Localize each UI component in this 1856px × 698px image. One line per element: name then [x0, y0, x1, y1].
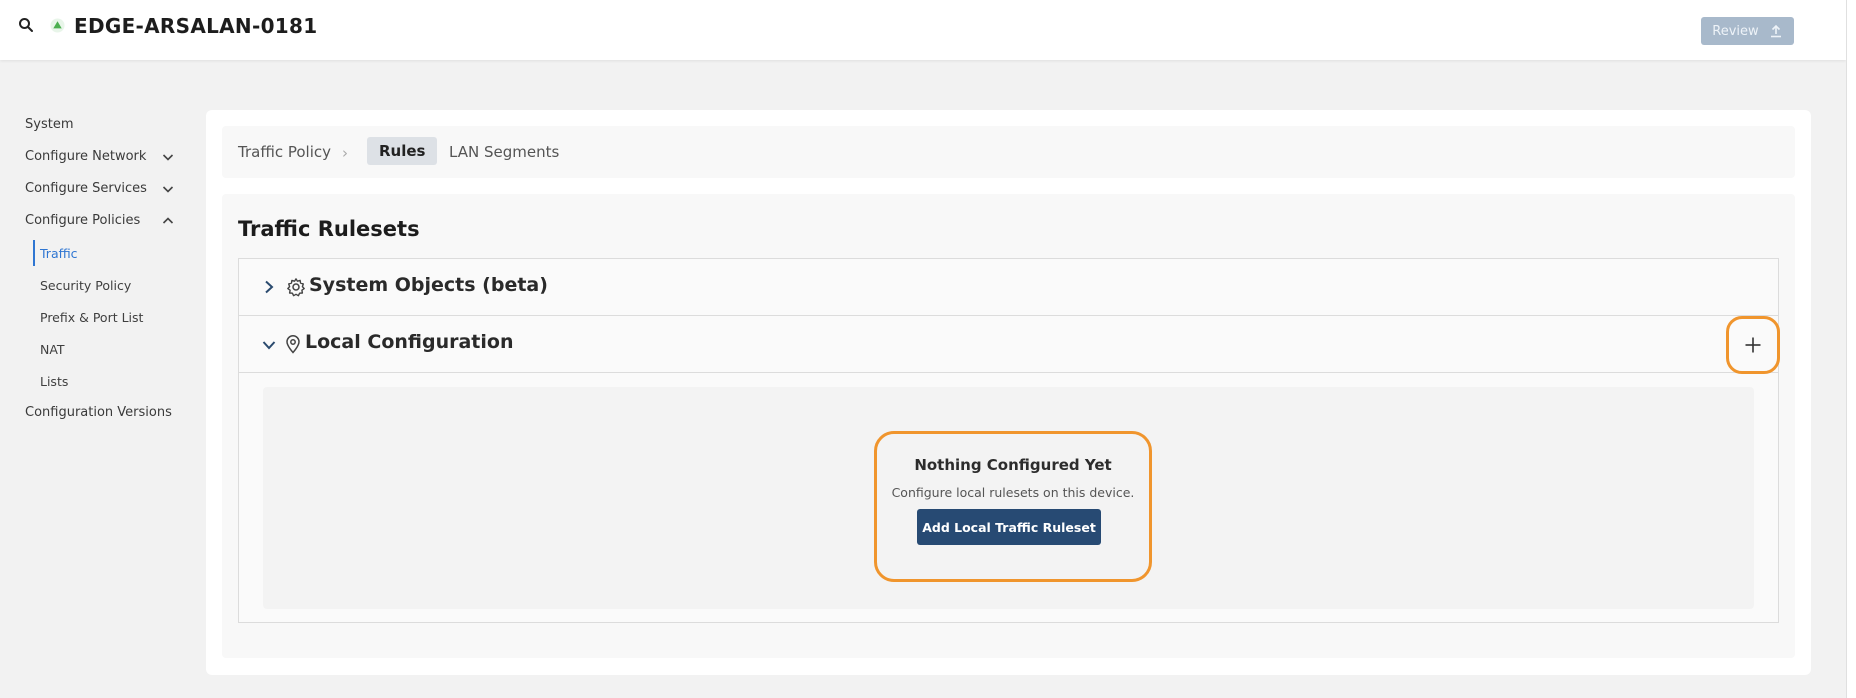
accordion-title: System Objects (beta) [309, 274, 548, 296]
tab-rules[interactable]: Rules [367, 137, 438, 165]
empty-state-title: Nothing Configured Yet [914, 456, 1112, 474]
chevron-down-icon[interactable] [161, 182, 175, 196]
sidebar-item-configure-policies[interactable]: Configure Policies [25, 213, 185, 228]
sidebar-item-label: Configuration Versions [25, 405, 172, 420]
add-local-traffic-ruleset-button[interactable]: Add Local Traffic Ruleset [917, 509, 1101, 545]
device-name: EDGE-ARSALAN-0181 [74, 14, 318, 38]
sidebar-item-configure-network[interactable]: Configure Network [25, 149, 185, 164]
page-title: Traffic Rulesets [238, 217, 420, 241]
review-label: Review [1712, 23, 1759, 39]
sidebar-item-system[interactable]: System [25, 117, 73, 132]
sidebar-item-nat[interactable]: NAT [40, 342, 65, 357]
plus-icon [1745, 337, 1761, 353]
sidebar-item-configure-services[interactable]: Configure Services [25, 181, 185, 196]
upload-icon [1770, 24, 1781, 38]
sidebar-item-configuration-versions[interactable]: Configuration Versions [25, 405, 172, 420]
sidebar-item-label: Configure Services [25, 181, 147, 196]
sidebar-item-prefix-port-list[interactable]: Prefix & Port List [40, 310, 143, 325]
empty-state: Nothing Configured Yet Configure local r… [874, 431, 1152, 582]
top-bar: EDGE-ARSALAN-0181 Review [0, 0, 1846, 60]
sidebar-item-label: Configure Policies [25, 213, 141, 228]
chevron-up-icon[interactable] [161, 214, 175, 228]
sidebar-item-lists[interactable]: Lists [40, 374, 68, 389]
accordion-header[interactable]: System Objects (beta) [239, 259, 1778, 316]
sidebar-item-security-policy[interactable]: Security Policy [40, 278, 131, 293]
chevron-right-icon[interactable] [261, 279, 277, 295]
sidebar-item-label: System [25, 117, 74, 132]
sidebar-item-traffic[interactable]: Traffic [40, 246, 78, 261]
chevron-down-icon[interactable] [261, 337, 277, 353]
location-pin-icon [286, 335, 300, 354]
tab-lan-segments[interactable]: LAN Segments [449, 143, 559, 161]
breadcrumb-traffic-policy[interactable]: Traffic Policy [238, 143, 331, 161]
accordion-header[interactable]: Local Configuration [239, 316, 1778, 373]
active-indicator [33, 240, 35, 266]
sidebar-item-label: Configure Network [25, 149, 147, 164]
empty-state-description: Configure local rulesets on this device. [891, 485, 1135, 500]
review-button[interactable]: Review [1701, 17, 1794, 45]
breadcrumb: Traffic Policy › Rules LAN Segments [222, 126, 1795, 178]
status-up-icon [50, 18, 65, 33]
page-scrollbar[interactable] [1846, 0, 1856, 698]
accordion-title: Local Configuration [305, 331, 514, 353]
accordion-system-objects: System Objects (beta) [238, 258, 1779, 316]
chevron-down-icon[interactable] [161, 150, 175, 164]
search-icon[interactable] [18, 17, 34, 33]
gear-icon [287, 278, 305, 297]
breadcrumb-separator: › [342, 144, 348, 162]
add-ruleset-button[interactable] [1726, 316, 1780, 374]
